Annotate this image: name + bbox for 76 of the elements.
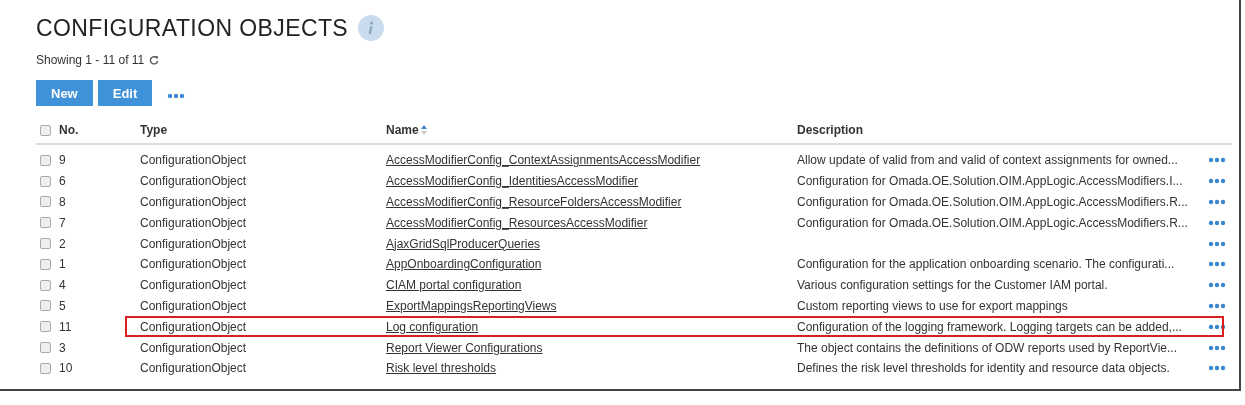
name-link[interactable]: CIAM portal configuration bbox=[386, 278, 522, 293]
row-number: 2 bbox=[59, 236, 66, 251]
description-cell: Configuration for Omada.OE.Solution.OIM.AppLogic.AccessModifiers.I... bbox=[797, 174, 1183, 189]
more-icon[interactable] bbox=[167, 93, 186, 99]
description-cell: Configuration for Omada.OE.Solution.OIM.AppLogic.AccessModifiers.R... bbox=[797, 195, 1188, 209]
more-icon[interactable] bbox=[1208, 157, 1226, 164]
type-cell: ConfigurationObject bbox=[140, 195, 247, 209]
description-cell: Configuration for Omada.OE.Solution.OIM.AppLogic.AccessModifiers.R... bbox=[797, 215, 1188, 230]
type-cell: ConfigurationObject bbox=[140, 361, 247, 376]
more-icon[interactable] bbox=[1208, 344, 1226, 351]
name-link[interactable]: Risk level thresholds bbox=[386, 361, 497, 376]
record-count: Showing 1 - 11 of 11 bbox=[36, 53, 145, 67]
type-cell: ConfigurationObject bbox=[140, 174, 247, 189]
row-checkbox[interactable] bbox=[40, 342, 51, 354]
row-checkbox[interactable] bbox=[40, 362, 51, 374]
more-icon[interactable] bbox=[1208, 365, 1226, 372]
more-icon[interactable] bbox=[1208, 240, 1226, 247]
row-number: 1 bbox=[59, 257, 66, 272]
type-cell: ConfigurationObject bbox=[140, 153, 247, 168]
description-cell: Custom reporting views to use for export mappings bbox=[797, 298, 1068, 313]
row-number: 6 bbox=[59, 174, 66, 189]
page-title: CONFIGURATION OBJECTS bbox=[36, 14, 349, 42]
row-number: 11 bbox=[59, 319, 72, 334]
type-cell: ConfigurationObject bbox=[140, 278, 247, 293]
type-cell: ConfigurationObject bbox=[140, 298, 247, 313]
name-link[interactable]: AppOnboardingConfiguration bbox=[386, 257, 542, 272]
name-link[interactable]: AccessModifierConfig_IdentitiesAccessModifier bbox=[386, 174, 639, 189]
row-checkbox[interactable] bbox=[40, 258, 51, 270]
more-icon[interactable] bbox=[1208, 178, 1226, 185]
name-link[interactable]: AccessModifierConfig_ResourcesAccessModifier bbox=[386, 215, 648, 230]
row-checkbox[interactable] bbox=[40, 175, 51, 187]
row-checkbox[interactable] bbox=[40, 321, 51, 333]
more-icon[interactable] bbox=[1208, 199, 1226, 205]
more-icon[interactable] bbox=[1208, 323, 1226, 330]
description-cell: Defines the risk level thresholds for identity and resource data objects. bbox=[797, 361, 1170, 376]
sort-icon[interactable] bbox=[420, 125, 427, 135]
name-link[interactable]: Report Viewer Configurations bbox=[386, 340, 543, 355]
name-link[interactable]: AccessModifierConfig_ResourceFoldersAccessModifier bbox=[386, 195, 682, 209]
name-link[interactable]: AjaxGridSqlProducerQueries bbox=[386, 236, 541, 251]
type-cell: ConfigurationObject bbox=[140, 319, 247, 334]
row-number: 4 bbox=[59, 278, 66, 293]
more-icon[interactable] bbox=[1208, 261, 1226, 268]
row-number: 5 bbox=[59, 298, 66, 313]
description-cell: The object contains the definitions of ODW reports used by ReportVie... bbox=[797, 340, 1177, 355]
type-cell: ConfigurationObject bbox=[140, 340, 247, 355]
more-icon[interactable] bbox=[1208, 219, 1226, 226]
name-link[interactable]: Log configuration bbox=[386, 319, 479, 334]
row-checkbox[interactable] bbox=[40, 154, 51, 166]
column-header[interactable]: Name bbox=[386, 123, 419, 137]
row-checkbox[interactable] bbox=[40, 238, 51, 250]
refresh-icon[interactable] bbox=[149, 55, 160, 65]
select-all-checkbox[interactable] bbox=[40, 124, 51, 136]
row-checkbox[interactable] bbox=[40, 279, 51, 291]
name-link[interactable]: AccessModifierConfig_ContextAssignmentsAccessModifier bbox=[386, 153, 701, 168]
more-icon[interactable] bbox=[1208, 282, 1226, 289]
type-cell: ConfigurationObject bbox=[140, 257, 247, 272]
description-cell: Allow update of valid from and valid of context assignments for owned... bbox=[797, 153, 1178, 168]
description-cell: Configuration for the application onboarding scenario. The configurati... bbox=[797, 257, 1175, 272]
type-cell: ConfigurationObject bbox=[140, 236, 247, 251]
column-header[interactable]: Description bbox=[797, 123, 863, 137]
row-checkbox[interactable] bbox=[40, 196, 51, 208]
row-number: 3 bbox=[59, 340, 66, 355]
more-icon[interactable] bbox=[1208, 302, 1226, 309]
column-header[interactable]: No. bbox=[59, 123, 79, 137]
info-icon[interactable] bbox=[358, 15, 385, 41]
row-checkbox[interactable] bbox=[40, 217, 51, 229]
row-checkbox[interactable] bbox=[40, 300, 51, 312]
row-number: 10 bbox=[59, 361, 73, 376]
type-cell: ConfigurationObject bbox=[140, 215, 247, 230]
name-link[interactable]: ExportMappingsReportingViews bbox=[386, 298, 557, 313]
row-number: 9 bbox=[59, 153, 66, 168]
row-number: 7 bbox=[59, 215, 66, 230]
description-cell: Configuration of the logging framework. Logging targets can be added,... bbox=[797, 319, 1182, 334]
column-header[interactable]: Type bbox=[140, 123, 168, 137]
description-cell: Various configuration settings for the Customer IAM portal. bbox=[797, 278, 1108, 293]
row-number: 8 bbox=[59, 195, 66, 209]
